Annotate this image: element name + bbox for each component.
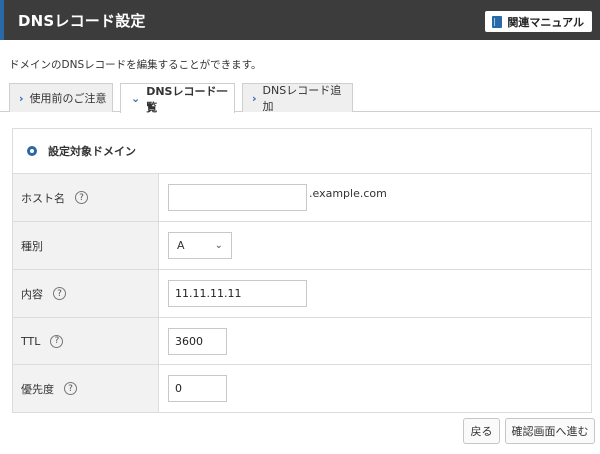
- manual-button-label: 関連マニュアル: [507, 15, 584, 29]
- hostname-input[interactable]: [168, 184, 307, 211]
- field-label-ttl: TTL: [21, 334, 41, 348]
- chevron-down-icon: ⌄: [131, 92, 141, 105]
- chevron-right-icon: ›: [19, 91, 24, 105]
- record-type-select[interactable]: A ⌄: [168, 232, 232, 259]
- field-label-content: 内容: [21, 287, 43, 301]
- manual-button[interactable]: 関連マニュアル: [485, 11, 592, 32]
- row-label: 優先度 ?: [13, 365, 159, 412]
- content-input[interactable]: 11.11.11.11: [168, 280, 307, 307]
- field-label-type: 種別: [21, 239, 43, 253]
- row-ttl: TTL ? 3600: [13, 318, 591, 365]
- help-icon[interactable]: ?: [50, 334, 64, 348]
- field-label-priority: 優先度: [21, 382, 54, 396]
- confirm-button[interactable]: 確認画面へ進む: [505, 418, 595, 444]
- page-title: DNSレコード設定: [18, 12, 146, 30]
- tab-label: DNSレコード一覧: [146, 84, 228, 114]
- page-header: DNSレコード設定 関連マニュアル: [0, 0, 600, 40]
- row-value: A ⌄: [159, 222, 591, 269]
- help-icon[interactable]: ?: [53, 287, 66, 300]
- priority-input[interactable]: 0: [168, 375, 227, 402]
- row-hostname: ホスト名 ? .example.com: [13, 174, 591, 222]
- row-label: 内容 ?: [13, 270, 159, 317]
- panel-heading-label: 設定対象ドメイン: [48, 145, 136, 158]
- page-description: ドメインのDNSレコードを編集することができます。: [9, 59, 262, 71]
- tab-record-add[interactable]: › DNSレコード追加: [242, 83, 353, 113]
- help-icon[interactable]: ?: [64, 382, 77, 395]
- row-label: TTL ?: [13, 318, 159, 364]
- tab-precautions[interactable]: › 使用前のご注意: [9, 83, 113, 112]
- settings-panel: 設定対象ドメイン ホスト名 ? .example.com 種別 A ⌄ 内容 ?…: [12, 128, 592, 413]
- row-label: ホスト名 ?: [13, 174, 159, 221]
- row-value: 11.11.11.11: [159, 270, 591, 317]
- tab-label: DNSレコード追加: [262, 84, 342, 113]
- field-label-hostname: ホスト名: [21, 191, 65, 205]
- row-value: 3600: [159, 318, 591, 364]
- back-button[interactable]: 戻る: [463, 418, 500, 444]
- tab-bar: › 使用前のご注意 ⌄ DNSレコード一覧 › DNSレコード追加: [0, 82, 600, 114]
- row-label: 種別: [13, 222, 159, 269]
- panel-heading: 設定対象ドメイン: [13, 129, 591, 174]
- ttl-input[interactable]: 3600: [168, 327, 227, 355]
- chevron-down-icon: ⌄: [214, 240, 223, 251]
- row-value: .example.com: [159, 174, 591, 221]
- radio-icon: [27, 146, 37, 156]
- book-icon: [492, 15, 503, 28]
- row-value: 0: [159, 365, 591, 412]
- chevron-right-icon: ›: [252, 91, 257, 105]
- tab-label: 使用前のご注意: [29, 92, 107, 105]
- tab-record-list[interactable]: ⌄ DNSレコード一覧: [120, 83, 235, 114]
- record-type-value: A: [177, 239, 185, 252]
- row-content: 内容 ? 11.11.11.11: [13, 270, 591, 318]
- help-icon[interactable]: ?: [75, 191, 88, 204]
- row-type: 種別 A ⌄: [13, 222, 591, 270]
- row-priority: 優先度 ? 0: [13, 365, 591, 412]
- domain-suffix: .example.com: [309, 187, 387, 200]
